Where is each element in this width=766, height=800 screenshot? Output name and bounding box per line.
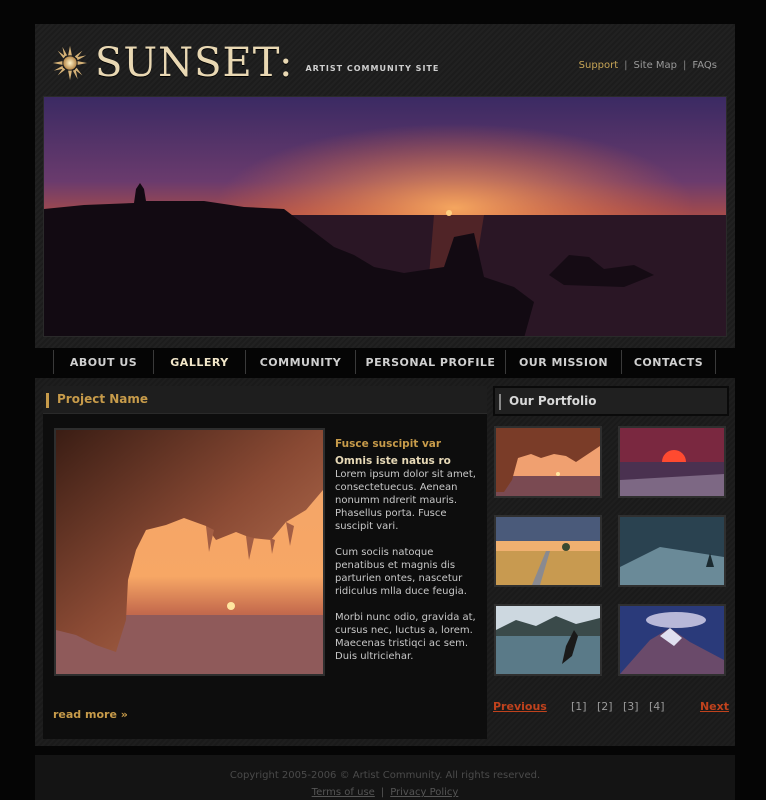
project-title: Project Name (57, 392, 149, 406)
top-links: Support | Site Map | FAQs (579, 60, 717, 71)
portfolio-pager: Previous [1] [2] [3] [4] Next (493, 700, 729, 716)
header-frame: SUNSET: ARTIST COMMUNITY SITE Support | Si… (35, 24, 735, 348)
project-header: Project Name (43, 386, 487, 414)
privacy-link[interactable]: Privacy Policy (390, 787, 458, 798)
project-panel: Project Name Fusce suscipit var Omnis is… (43, 386, 487, 739)
copyright-text: Copyright 2005-2006 © Artist Community. … (229, 770, 541, 781)
nav-community[interactable]: COMMUNITY (246, 350, 356, 374)
portfolio-thumbnail-6[interactable] (618, 604, 726, 676)
nav-our-mission[interactable]: OUR MISSION (506, 350, 622, 374)
header-accent-bar (46, 393, 49, 408)
site-logo[interactable]: SUNSET: ARTIST COMMUNITY SITE (51, 42, 439, 84)
header-accent-bar (499, 394, 501, 410)
nav-gallery[interactable]: GALLERY (154, 350, 246, 374)
link-separator: | (624, 60, 628, 71)
terms-link[interactable]: Terms of use (312, 787, 375, 798)
project-paragraph: Morbi nunc odio, gravida at, cursus nec,… (335, 612, 476, 662)
portfolio-thumbnail-5[interactable] (494, 604, 602, 676)
portfolio-thumbnail-1[interactable] (494, 426, 602, 498)
project-heading-1: Fusce suscipit var (335, 438, 442, 450)
nav-contacts[interactable]: CONTACTS (622, 350, 716, 374)
page-link-3[interactable]: [3] (623, 700, 639, 713)
sun-icon (52, 45, 88, 81)
support-link[interactable]: Support (579, 60, 619, 71)
content-area: Project Name Fusce suscipit var Omnis is… (35, 378, 735, 746)
previous-link[interactable]: Previous (493, 700, 547, 713)
portfolio-thumbnail-3[interactable] (494, 515, 602, 587)
portfolio-title: Our Portfolio (509, 394, 597, 408)
portfolio-thumbnail-2[interactable] (618, 426, 726, 498)
footer-links: Terms of use | Privacy Policy (35, 787, 735, 798)
footer: Copyright 2005-2006 © Artist Community. … (35, 755, 735, 800)
main-nav: ABOUT US GALLERY COMMUNITY PERSONAL PROF… (53, 350, 716, 374)
site-map-link[interactable]: Site Map (634, 60, 677, 71)
nav-about-us[interactable]: ABOUT US (54, 350, 154, 374)
next-link[interactable]: Next (700, 700, 729, 713)
page-link-4[interactable]: [4] (649, 700, 665, 713)
read-more-link[interactable]: read more » (53, 708, 128, 721)
portfolio-thumbnail-4[interactable] (618, 515, 726, 587)
project-paragraph: Lorem ipsum dolor sit amet, consectetuec… (335, 469, 476, 532)
faqs-link[interactable]: FAQs (692, 60, 717, 71)
portfolio-header: Our Portfolio (493, 386, 729, 416)
nav-personal-profile[interactable]: PERSONAL PROFILE (356, 350, 506, 374)
page-link-1[interactable]: [1] (571, 700, 587, 713)
project-heading-2: Omnis iste natus ro (335, 455, 451, 467)
site-tagline: ARTIST COMMUNITY SITE (305, 63, 440, 73)
hero-banner-image (43, 96, 727, 337)
project-image[interactable] (54, 428, 325, 676)
portfolio-panel: Our Portfolio Previous [1] [2] [3] [4] N… (493, 386, 729, 739)
project-paragraph: Cum sociis natoque penatibus et magnis d… (335, 547, 467, 597)
link-separator: | (380, 787, 385, 798)
logo-text: SUNSET: (95, 40, 294, 86)
project-description: Fusce suscipit var Omnis iste natus ro L… (335, 438, 480, 676)
page-link-2[interactable]: [2] (597, 700, 613, 713)
link-separator: | (683, 60, 687, 71)
